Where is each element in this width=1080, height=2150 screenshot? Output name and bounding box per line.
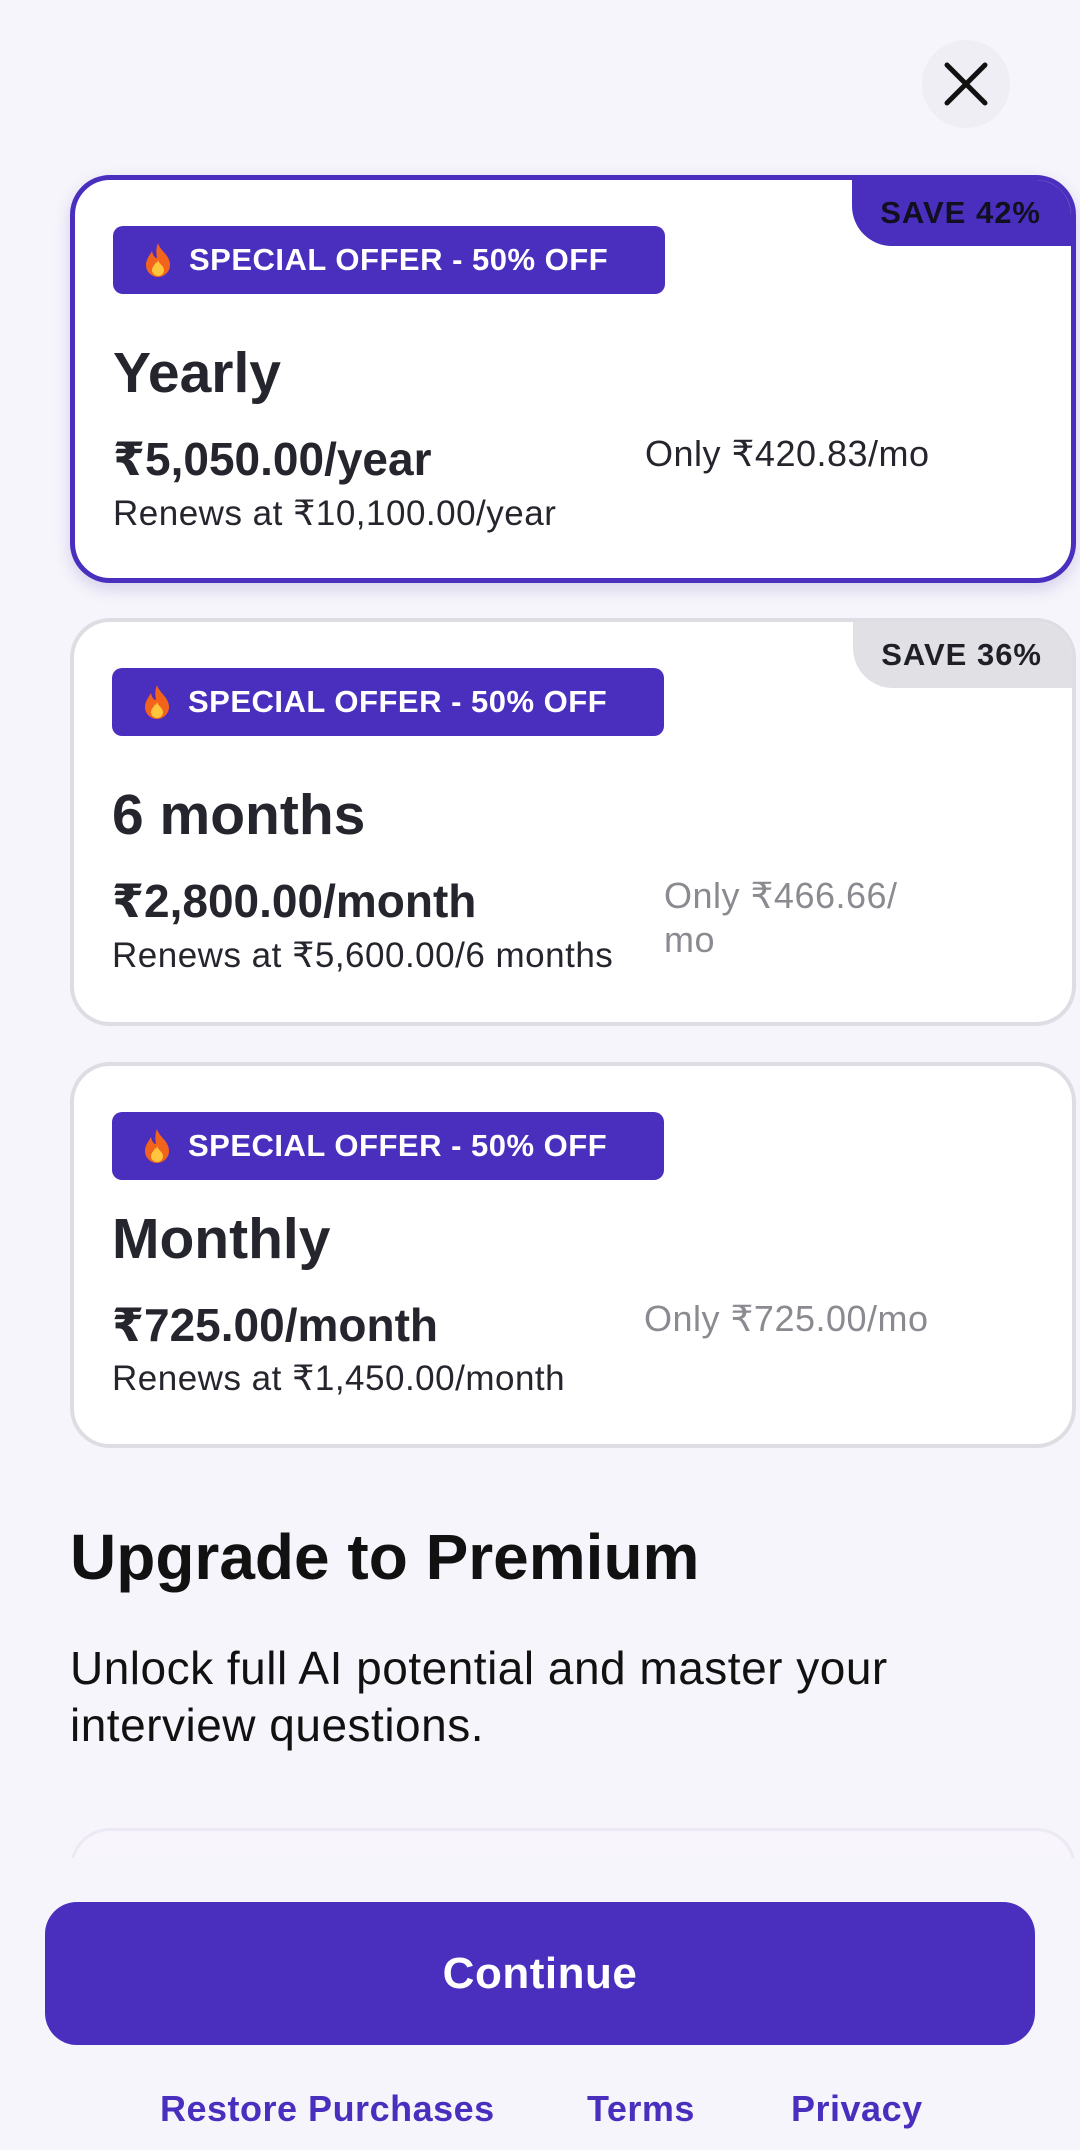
special-offer-label: SPECIAL OFFER - 50% OFF [189,242,609,277]
special-offer-label: SPECIAL OFFER - 50% OFF [188,1128,608,1163]
privacy-link[interactable]: Privacy [791,2088,923,2130]
plan-name: Yearly [113,341,281,405]
flame-icon [145,685,169,719]
special-offer-badge: SPECIAL OFFER - 50% OFF [112,668,664,736]
plan-card-yearly[interactable]: SAVE 42% SPECIAL OFFER - 50% OFF Yearly … [70,175,1076,583]
restore-purchases-link[interactable]: Restore Purchases [160,2088,495,2130]
per-month-price: Only ₹725.00/mo [644,1298,929,1339]
save-badge: SAVE 36% [853,622,1072,688]
special-offer-badge: SPECIAL OFFER - 50% OFF [112,1112,664,1180]
per-month-price-line-1: Only ₹466.66/ [664,875,898,916]
per-month-price: Only ₹466.66/ mo [664,874,898,962]
plan-price: ₹5,050.00/year [113,433,432,485]
close-icon [944,62,988,106]
plan-price: ₹725.00/month [112,1299,438,1351]
plan-name: 6 months [112,783,366,847]
plan-price: ₹2,800.00/month [112,875,477,927]
renewal-text: Renews at ₹1,450.00/month [112,1359,566,1398]
continue-button[interactable]: Continue [45,1902,1035,2045]
renewal-text: Renews at ₹10,100.00/year [113,494,557,533]
renewal-text: Renews at ₹5,600.00/6 months [112,936,614,975]
special-offer-badge: SPECIAL OFFER - 50% OFF [113,226,665,294]
flame-icon [146,243,170,277]
special-offer-label: SPECIAL OFFER - 50% OFF [188,684,608,719]
save-badge: SAVE 42% [852,180,1071,246]
plan-card-monthly[interactable]: SPECIAL OFFER - 50% OFF Monthly ₹725.00/… [70,1062,1076,1448]
close-button[interactable] [922,40,1010,128]
page-title: Upgrade to Premium [70,1521,700,1593]
terms-link[interactable]: Terms [587,2088,695,2130]
page-subtitle: Unlock full AI potential and master your… [70,1642,888,1751]
per-month-price: Only ₹420.83/mo [645,433,930,474]
flame-icon [145,1129,169,1163]
per-month-price-line-2: mo [664,919,716,960]
plan-card-6-months[interactable]: SAVE 36% SPECIAL OFFER - 50% OFF 6 month… [70,618,1076,1026]
plan-name: Monthly [112,1207,331,1271]
